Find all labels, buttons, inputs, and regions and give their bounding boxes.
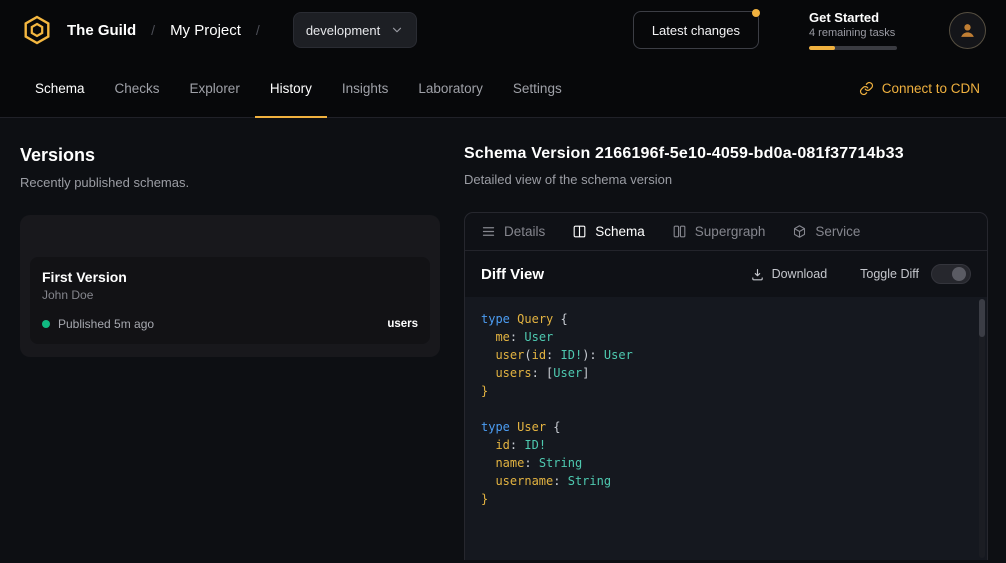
detail-tab-details[interactable]: Details bbox=[481, 224, 545, 239]
get-started-progress-fill bbox=[809, 46, 835, 50]
detail-tabs: Details Schema Supergraph Service bbox=[465, 213, 987, 251]
schema-icon bbox=[572, 224, 587, 239]
schema-panel: Details Schema Supergraph Service Diff View… bbox=[464, 212, 988, 560]
get-started-progress-track bbox=[809, 46, 897, 50]
chevron-down-icon bbox=[390, 23, 404, 37]
download-icon bbox=[750, 267, 765, 282]
nav-tab-schema[interactable]: Schema bbox=[20, 60, 100, 118]
get-started-title: Get Started bbox=[809, 10, 903, 25]
breadcrumb-separator: / bbox=[256, 22, 260, 38]
detail-tab-label: Supergraph bbox=[695, 224, 766, 239]
detail-tab-label: Schema bbox=[595, 224, 645, 239]
code-line: type Query { bbox=[481, 310, 971, 328]
breadcrumb-org[interactable]: The Guild bbox=[67, 22, 136, 39]
connect-to-cdn-label: Connect to CDN bbox=[882, 81, 980, 96]
get-started-subtitle: 4 remaining tasks bbox=[809, 27, 903, 39]
main-nav: SchemaChecksExplorerHistoryInsightsLabor… bbox=[0, 60, 1006, 118]
schema-code-viewer: type Query { me: User user(id: ID!): Use… bbox=[465, 297, 987, 560]
toggle-diff-label: Toggle Diff bbox=[860, 267, 919, 281]
version-status-row: Published 5m ago users bbox=[42, 317, 418, 331]
breadcrumb-separator: / bbox=[151, 22, 155, 38]
hive-logo-icon[interactable] bbox=[20, 13, 54, 47]
code-line: users: [User] bbox=[481, 364, 971, 382]
person-icon bbox=[958, 21, 977, 40]
detail-tab-supergraph[interactable]: Supergraph bbox=[672, 224, 766, 239]
version-service-badge: users bbox=[387, 318, 418, 330]
top-bar: The Guild / My Project / development Lat… bbox=[0, 0, 1006, 118]
code-line: name: String bbox=[481, 454, 971, 472]
versions-panel: Versions Recently published schemas. Fir… bbox=[20, 118, 440, 560]
connect-to-cdn-button[interactable]: Connect to CDN bbox=[853, 60, 986, 117]
nav-tabs: SchemaChecksExplorerHistoryInsightsLabor… bbox=[20, 60, 577, 117]
code-line bbox=[481, 400, 971, 418]
list-icon bbox=[481, 224, 496, 239]
supergraph-icon bbox=[672, 224, 687, 239]
diff-toggle-knob bbox=[952, 267, 966, 281]
nav-tab-checks[interactable]: Checks bbox=[100, 60, 175, 118]
detail-tab-label: Service bbox=[815, 224, 860, 239]
code-block: type Query { me: User user(id: ID!): Use… bbox=[481, 310, 971, 508]
detail-tab-label: Details bbox=[504, 224, 545, 239]
main-content: Versions Recently published schemas. Fir… bbox=[0, 118, 1006, 560]
nav-tab-settings[interactable]: Settings bbox=[498, 60, 577, 118]
version-name: First Version bbox=[42, 269, 418, 285]
code-line: username: String bbox=[481, 472, 971, 490]
version-detail-panel: Schema Version 2166196f-5e10-4059-bd0a-0… bbox=[464, 118, 988, 560]
get-started-widget[interactable]: Get Started 4 remaining tasks bbox=[809, 10, 903, 50]
code-line: me: User bbox=[481, 328, 971, 346]
code-line: user(id: ID!): User bbox=[481, 346, 971, 364]
code-line: } bbox=[481, 382, 971, 400]
code-scrollbar-thumb[interactable] bbox=[979, 299, 985, 337]
version-status: Published 5m ago bbox=[58, 317, 154, 331]
cube-icon bbox=[792, 224, 807, 239]
target-selector-value: development bbox=[306, 23, 380, 38]
version-author: John Doe bbox=[42, 288, 418, 302]
download-button[interactable]: Download bbox=[744, 266, 834, 283]
versions-subtitle: Recently published schemas. bbox=[20, 175, 440, 190]
nav-tab-laboratory[interactable]: Laboratory bbox=[403, 60, 498, 118]
version-detail-subtitle: Detailed view of the schema version bbox=[464, 172, 988, 187]
notification-dot bbox=[752, 9, 760, 17]
download-label: Download bbox=[772, 267, 828, 281]
header: The Guild / My Project / development Lat… bbox=[0, 0, 1006, 60]
nav-tab-insights[interactable]: Insights bbox=[327, 60, 404, 118]
diff-toggle[interactable] bbox=[931, 264, 971, 284]
latest-changes-label: Latest changes bbox=[652, 23, 740, 38]
link-icon bbox=[859, 81, 874, 96]
diff-view-header: Diff View Download Toggle Diff bbox=[465, 251, 987, 297]
code-scrollbar-track bbox=[979, 299, 985, 558]
diff-view-title: Diff View bbox=[481, 266, 544, 283]
version-detail-title: Schema Version 2166196f-5e10-4059-bd0a-0… bbox=[464, 145, 988, 163]
published-dot bbox=[42, 320, 50, 328]
breadcrumb-project[interactable]: My Project bbox=[170, 22, 241, 39]
user-avatar[interactable] bbox=[949, 12, 986, 49]
code-line: type User { bbox=[481, 418, 971, 436]
detail-tab-schema[interactable]: Schema bbox=[572, 224, 645, 239]
versions-card: First Version John Doe Published 5m ago … bbox=[20, 215, 440, 357]
nav-tab-history[interactable]: History bbox=[255, 60, 327, 118]
nav-tab-explorer[interactable]: Explorer bbox=[175, 60, 255, 118]
latest-changes-button[interactable]: Latest changes bbox=[633, 11, 759, 49]
version-list-item[interactable]: First Version John Doe Published 5m ago … bbox=[30, 257, 430, 344]
versions-title: Versions bbox=[20, 145, 440, 166]
code-line: id: ID! bbox=[481, 436, 971, 454]
code-line: } bbox=[481, 490, 971, 508]
target-selector[interactable]: development bbox=[293, 12, 417, 48]
detail-tab-service[interactable]: Service bbox=[792, 224, 860, 239]
